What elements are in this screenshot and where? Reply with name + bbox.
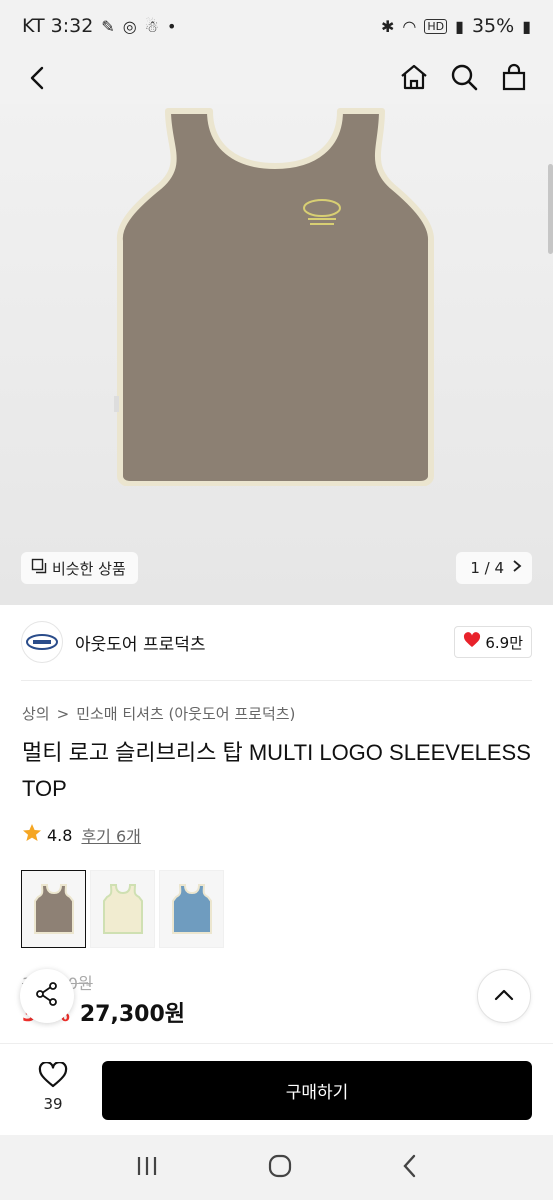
instagram-icon: ◎ bbox=[122, 16, 137, 36]
system-navigation-bar bbox=[0, 1135, 553, 1200]
back-icon[interactable] bbox=[24, 64, 52, 92]
bottom-action-bar: 39 구매하기 bbox=[0, 1043, 553, 1135]
chevron-up-icon bbox=[493, 987, 515, 1006]
rating-row: 4.8 후기 6개 bbox=[22, 823, 141, 847]
product-title: 멀티 로고 슬리브리스 탑 MULTI LOGO SLEEVELESS TOP bbox=[22, 740, 531, 801]
sale-price: 27,300원 bbox=[79, 1002, 186, 1027]
hd-icon: HD bbox=[424, 18, 448, 34]
wifi-icon: ◠ bbox=[402, 16, 417, 36]
brand-name[interactable]: 아웃도어 프로덕츠 bbox=[75, 630, 206, 655]
recent-apps-icon[interactable] bbox=[134, 1154, 160, 1182]
brand-like-count: 6.9만 bbox=[485, 633, 523, 652]
similar-products-button[interactable]: 비슷한 상품 bbox=[21, 552, 138, 584]
bluetooth-icon: ✱ bbox=[381, 16, 395, 36]
heart-filled-icon bbox=[463, 632, 481, 652]
share-button[interactable] bbox=[20, 969, 74, 1023]
battery-icon: ▮ bbox=[522, 16, 531, 36]
review-count-link[interactable]: 후기 6개 bbox=[81, 823, 140, 847]
breadcrumb-separator: > bbox=[56, 704, 70, 723]
swatch-cream[interactable] bbox=[90, 870, 155, 948]
wishlist-button[interactable]: 39 bbox=[30, 1061, 76, 1113]
divider bbox=[21, 680, 532, 681]
product-image bbox=[114, 108, 434, 486]
back-nav-icon[interactable] bbox=[400, 1153, 420, 1183]
gallery-page-indicator[interactable]: 1 / 4 bbox=[456, 552, 532, 584]
wishlist-count: 39 bbox=[43, 1095, 63, 1113]
brand-row[interactable]: 아웃도어 프로덕츠 6.9만 bbox=[21, 620, 532, 664]
heart-outline-icon bbox=[38, 1061, 68, 1092]
scrollbar-thumb[interactable] bbox=[548, 164, 553, 254]
color-swatches bbox=[21, 870, 224, 948]
app-notification-icon-2: ☃ bbox=[144, 16, 160, 36]
chevron-right-icon bbox=[512, 559, 522, 577]
star-icon bbox=[22, 823, 42, 847]
copy-icon bbox=[31, 558, 47, 578]
breadcrumb: 상의 > 민소매 티셔츠 (아웃도어 프로덕츠) bbox=[22, 703, 295, 724]
brand-like-button[interactable]: 6.9만 bbox=[454, 626, 532, 658]
swatch-blue[interactable] bbox=[159, 870, 224, 948]
status-time: KT 3:32 bbox=[22, 15, 94, 37]
breadcrumb-category[interactable]: 상의 bbox=[22, 703, 50, 724]
shopping-bag-icon[interactable] bbox=[499, 62, 529, 92]
scroll-to-top-button[interactable] bbox=[477, 969, 531, 1023]
top-navigation bbox=[0, 52, 553, 104]
home-nav-icon[interactable] bbox=[267, 1153, 293, 1183]
buy-button[interactable]: 구매하기 bbox=[102, 1061, 532, 1120]
home-icon[interactable] bbox=[399, 62, 429, 92]
battery-percent: 35% bbox=[471, 15, 515, 37]
swatch-brown[interactable] bbox=[21, 870, 86, 948]
share-icon bbox=[34, 981, 60, 1011]
search-icon[interactable] bbox=[449, 62, 479, 92]
app-notification-icon: ✎ bbox=[101, 16, 115, 36]
page-indicator-text: 1 / 4 bbox=[470, 559, 504, 577]
product-image-gallery[interactable]: 비슷한 상품 1 / 4 bbox=[0, 104, 553, 605]
signal-icon: ▮ bbox=[455, 16, 464, 36]
more-notifications-dot-icon: • bbox=[167, 16, 177, 36]
rating-value: 4.8 bbox=[47, 825, 73, 845]
brand-logo[interactable] bbox=[21, 621, 63, 663]
breadcrumb-subcategory[interactable]: 민소매 티셔츠 (아웃도어 프로덕츠) bbox=[76, 703, 295, 724]
similar-products-label: 비슷한 상품 bbox=[52, 559, 126, 578]
status-bar: KT 3:32 ✎ ◎ ☃ • ✱ ◠ HD ▮ 35% ▮ bbox=[0, 0, 553, 52]
